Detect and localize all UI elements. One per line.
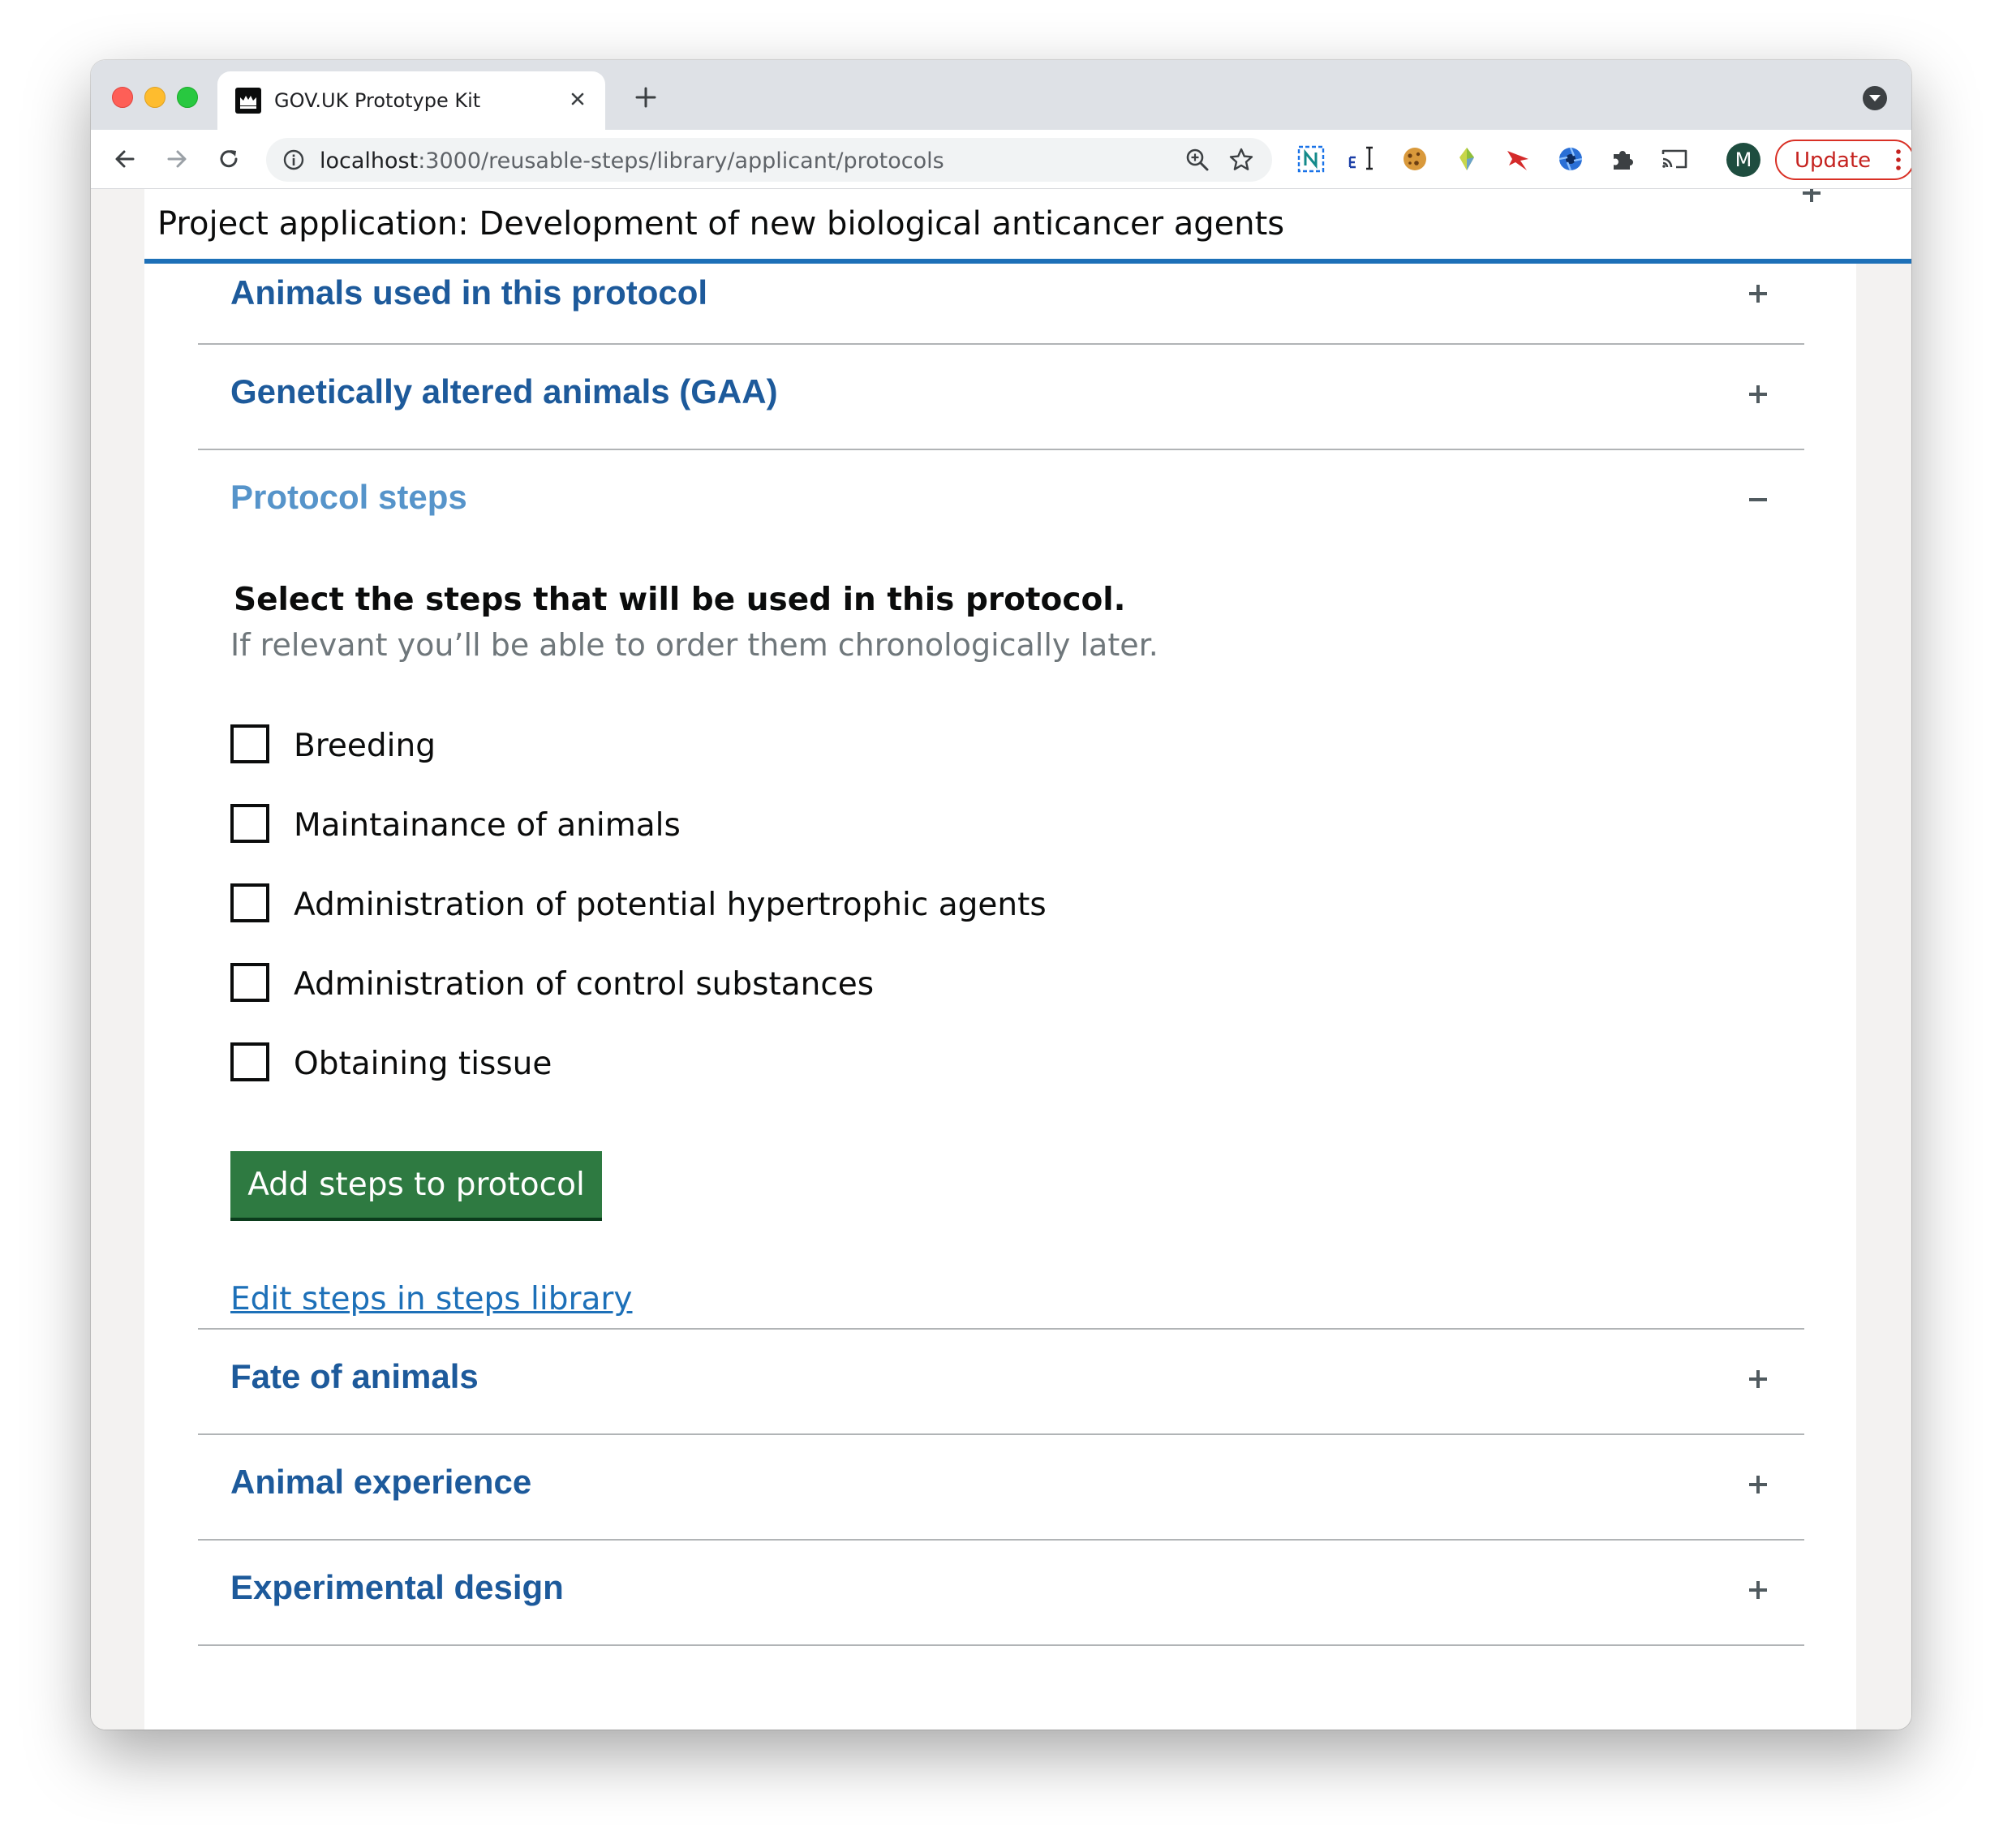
checkbox-label[interactable]: Administration of potential hypertrophic… [294, 887, 1047, 923]
zoom-icon[interactable] [1184, 147, 1210, 173]
plus-icon[interactable] [1746, 1472, 1770, 1497]
cast-icon[interactable] [1660, 144, 1689, 174]
checkbox-input[interactable] [230, 724, 269, 763]
accordion-section-fate-of-animals: Fate of animals [198, 1330, 1804, 1435]
update-button[interactable]: Update [1775, 140, 1911, 180]
profile-avatar[interactable]: M [1726, 143, 1760, 177]
edit-steps-library-link[interactable]: Edit steps in steps library [230, 1281, 633, 1317]
accordion-section-protocol-steps: Protocol steps Select the steps that wil… [198, 450, 1804, 1330]
checkbox-input[interactable] [230, 963, 269, 1002]
url-text[interactable]: localhost:3000/reusable-steps/library/ap… [320, 148, 944, 174]
minus-icon[interactable] [1746, 488, 1770, 512]
browser-toolbar: localhost:3000/reusable-steps/library/ap… [91, 130, 1911, 189]
minimize-window-button[interactable] [144, 87, 166, 108]
checkbox-input[interactable] [230, 804, 269, 843]
steps-legend: Select the steps that will be used in th… [234, 582, 1126, 618]
extensions-puzzle-icon[interactable] [1608, 144, 1637, 174]
checkbox-label[interactable]: Maintainance of animals [294, 807, 681, 844]
section-heading[interactable]: Experimental design [230, 1568, 564, 1607]
accordion-section-animal-experience: Animal experience [198, 1435, 1804, 1541]
update-label: Update [1795, 148, 1872, 173]
close-window-button[interactable] [112, 87, 133, 108]
page-viewport: Project application: Development of new … [91, 189, 1911, 1730]
section-heading[interactable]: Animal experience [230, 1463, 531, 1502]
protocol-accordion: Animals used in this protocol Geneticall… [198, 264, 1804, 1646]
info-icon[interactable] [282, 148, 305, 171]
steps-hint: If relevant you’ll be able to order them… [230, 627, 1159, 663]
checkbox-label[interactable]: Administration of control substances [294, 966, 874, 1003]
section-heading[interactable]: Genetically altered animals (GAA) [230, 372, 778, 411]
section-heading[interactable]: Protocol steps [230, 478, 467, 517]
url-path: :3000/reusable-steps/library/applicant/p… [418, 148, 944, 174]
section-heading[interactable]: Fate of animals [230, 1357, 479, 1396]
browser-window: GOV.UK Prototype Kit localhost:3000/reus… [91, 60, 1911, 1730]
plus-icon[interactable] [1746, 382, 1770, 406]
project-header: Project application: Development of new … [144, 189, 1911, 264]
close-tab-icon[interactable] [563, 84, 592, 114]
accordion-header[interactable]: Protocol steps [198, 450, 1804, 554]
protocol-steps-panel: Select the steps that will be used in th… [198, 554, 1804, 1328]
forward-icon[interactable] [161, 143, 193, 175]
accordion-section-gaa: Genetically altered animals (GAA) [198, 345, 1804, 450]
accordion-header[interactable]: Animal experience [198, 1435, 1804, 1539]
accordion-header[interactable]: Experimental design [198, 1541, 1804, 1644]
checkbox-input[interactable] [230, 1042, 269, 1081]
tab-strip: GOV.UK Prototype Kit [91, 60, 1911, 130]
reload-icon[interactable] [213, 143, 245, 175]
tab-title: GOV.UK Prototype Kit [274, 89, 481, 112]
plus-icon[interactable] [1746, 1367, 1770, 1391]
plus-icon[interactable] [1746, 281, 1770, 306]
aperture-extension-icon[interactable] [1556, 144, 1585, 174]
plus-icon[interactable] [1799, 189, 1824, 205]
tab-search-icon[interactable] [1863, 86, 1887, 110]
checkbox-input[interactable] [230, 883, 269, 922]
section-heading[interactable]: Animals used in this protocol [230, 273, 707, 312]
crown-icon [235, 88, 261, 114]
back-icon[interactable] [109, 143, 141, 175]
maximize-window-button[interactable] [177, 87, 198, 108]
accordion-header[interactable]: Fate of animals [198, 1330, 1804, 1433]
address-bar[interactable]: localhost:3000/reusable-steps/library/ap… [266, 138, 1272, 182]
new-tab-icon[interactable] [630, 81, 662, 114]
checkbox-label[interactable]: Breeding [294, 728, 436, 764]
gem-extension-icon[interactable] [1452, 144, 1481, 174]
cookie-extension-icon[interactable] [1400, 144, 1429, 174]
accordion-section-animals-used: Animals used in this protocol [198, 264, 1804, 345]
browser-tab[interactable]: GOV.UK Prototype Kit [217, 71, 605, 130]
checkbox-label[interactable]: Obtaining tissue [294, 1046, 552, 1082]
url-host: localhost [320, 148, 419, 174]
project-title: Project application: Development of new … [157, 205, 1285, 243]
accordion-header[interactable]: Animals used in this protocol [198, 264, 1804, 343]
add-steps-button[interactable]: Add steps to protocol [230, 1151, 602, 1221]
bird-extension-icon[interactable] [1504, 144, 1533, 174]
bookmark-star-icon[interactable] [1228, 147, 1254, 173]
notion-extension-icon[interactable] [1296, 144, 1326, 174]
accordion-section-experimental-design: Experimental design [198, 1541, 1804, 1646]
text-cursor-extension-icon[interactable] [1348, 144, 1378, 174]
kebab-menu-icon[interactable] [1895, 148, 1902, 172]
page-content: Project application: Development of new … [144, 189, 1911, 1730]
accordion-header[interactable]: Genetically altered animals (GAA) [198, 345, 1804, 449]
plus-icon[interactable] [1746, 1578, 1770, 1602]
